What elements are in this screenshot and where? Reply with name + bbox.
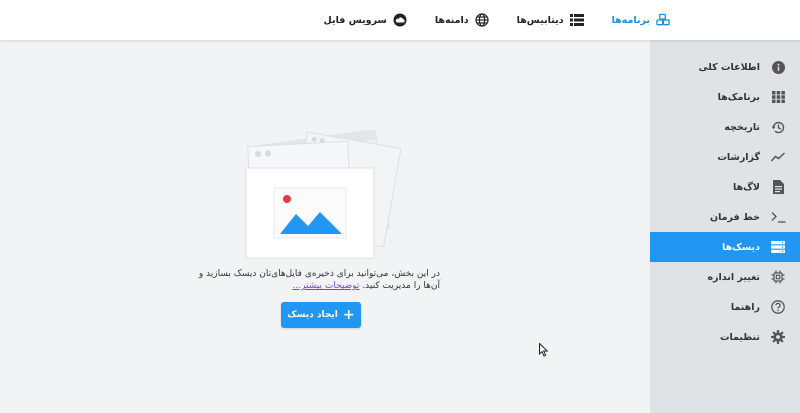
sidebar-item-settings[interactable]: تنظیمات [650,322,800,352]
learn-more-link[interactable]: توضیحات بیشتر... [293,281,360,291]
sidebar-item-resize[interactable]: تغییر اندازه [650,262,800,292]
sidebar-item-label: لاگ‌ها [733,181,760,193]
empty-disks-illustration [238,128,403,263]
sidebar-item-label: برنامک‌ها [717,91,760,103]
sidebar-item-label: خط فرمان [709,211,760,223]
nav-apps[interactable]: برنامه‌ها [612,13,670,27]
main-content: در این بخش، می‌توانید برای ذخیره‌ی فایل‌… [0,40,650,413]
sidebar-item-label: گزارشات [717,151,760,163]
sidebar-item-overview[interactable]: اطلاعات کلی [650,52,800,82]
sidebar-item-applets[interactable]: برنامک‌ها [650,82,800,112]
nav-domains[interactable]: دامنه‌ها [435,13,489,27]
sidebar-item-help[interactable]: راهنما [650,292,800,322]
mouse-cursor-icon [539,342,549,360]
create-disk-button[interactable]: + ایجاد دیسک [281,302,361,328]
sidebar: اطلاعات کلی برنامک‌ها تاریخچه گزارشات لا… [650,40,800,413]
disks-icon [770,239,786,255]
sidebar-item-label: دیسک‌ها [722,241,760,253]
database-list-icon [569,13,584,27]
nav-apps-label: برنامه‌ها [611,14,650,26]
apps-cubes-icon [656,13,670,27]
help-icon [770,299,786,315]
sidebar-item-disks[interactable]: دیسک‌ها [650,232,800,262]
grid-icon [770,89,786,105]
sidebar-item-logs[interactable]: لاگ‌ها [650,172,800,202]
cloud-icon [393,13,407,27]
history-icon [770,119,786,135]
sidebar-item-label: تنظیمات [719,331,760,343]
plus-icon: + [342,307,355,323]
nav-file-service[interactable]: سرویس فایل [324,13,407,27]
sidebar-item-history[interactable]: تاریخچه [650,112,800,142]
nav-file-service-label: سرویس فایل [323,14,387,26]
trend-chart-icon [770,149,786,165]
terminal-icon [770,209,786,225]
cpu-icon [770,269,786,285]
top-navigation: برنامه‌ها دیتابیس‌ها دامنه‌ها سرویس فایل [0,0,800,40]
sidebar-item-terminal[interactable]: خط فرمان [650,202,800,232]
sidebar-item-reports[interactable]: گزارشات [650,142,800,172]
nav-databases[interactable]: دیتابیس‌ها [517,13,584,27]
sidebar-item-label: راهنما [730,301,760,313]
document-icon [770,179,786,195]
sidebar-item-label: تاریخچه [724,121,760,133]
sidebar-item-label: تغییر اندازه [707,271,760,283]
empty-state-description: در این بخش، می‌توانید برای ذخیره‌ی فایل‌… [195,268,440,292]
globe-icon [475,13,489,27]
settings-gear-icon [770,329,786,345]
nav-domains-label: دامنه‌ها [434,14,469,26]
sidebar-item-label: اطلاعات کلی [698,61,760,73]
nav-databases-label: دیتابیس‌ها [516,14,564,26]
create-disk-label: ایجاد دیسک [287,310,338,320]
info-icon [770,59,786,75]
